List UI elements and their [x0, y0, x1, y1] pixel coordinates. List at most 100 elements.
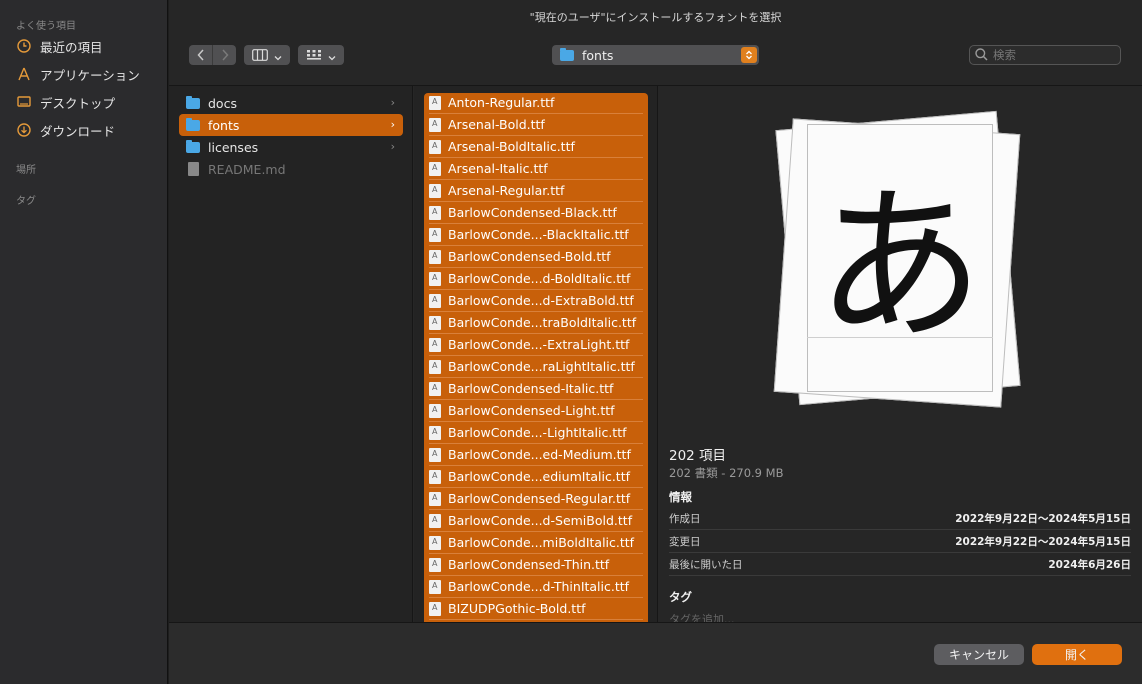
- font-file-icon: [429, 337, 441, 352]
- document-icon: [188, 162, 199, 176]
- columns-view-icon: [252, 46, 268, 65]
- font-file-icon: [429, 293, 441, 308]
- font-file-label: BarlowConde...ediumItalic.ttf: [448, 469, 631, 484]
- font-file-icon: [429, 403, 441, 418]
- info-row-last-opened: 最後に開いた日 2024年6月26日: [669, 554, 1131, 576]
- sidebar-item-desktop[interactable]: デスクトップ: [16, 90, 164, 114]
- font-file-item[interactable]: BarlowConde...d-ExtraBold.ttf: [429, 290, 643, 312]
- font-file-item[interactable]: BarlowConde...-BlackItalic.ttf: [429, 224, 643, 246]
- font-file-item[interactable]: BarlowConde...ed-Medium.ttf: [429, 444, 643, 466]
- search-field[interactable]: [969, 45, 1121, 65]
- font-file-label: BarlowConde...ed-Medium.ttf: [448, 447, 631, 462]
- font-file-icon: [429, 205, 441, 220]
- font-file-label: BarlowCondensed-Regular.ttf: [448, 491, 631, 506]
- font-file-icon: [429, 95, 441, 110]
- preview-pane: あ 202 項目 202 書類 - 270.9 MB 情報 作成日 2022年9…: [659, 86, 1142, 626]
- path-popup[interactable]: fonts: [552, 45, 759, 65]
- font-file-icon: [429, 513, 441, 528]
- item-count-title: 202 項目: [669, 448, 727, 464]
- font-file-label: BarlowCondensed-Thin.ttf: [448, 557, 610, 572]
- font-file-item[interactable]: BarlowCondensed-Regular.ttf: [429, 488, 643, 510]
- font-file-item[interactable]: BarlowCondensed-Italic.ttf: [429, 378, 643, 400]
- font-file-item[interactable]: Arsenal-BoldItalic.ttf: [429, 136, 643, 158]
- font-file-icon: [429, 557, 441, 572]
- info-value: 2022年9月22日〜2024年5月15日: [955, 513, 1131, 525]
- font-file-label: BarlowConde...raLightItalic.ttf: [448, 359, 635, 374]
- sidebar-item-downloads[interactable]: ダウンロード: [16, 118, 164, 142]
- font-file-item[interactable]: BarlowCondensed-Bold.ttf: [429, 246, 643, 268]
- font-file-item[interactable]: BIZUDPGothic-Bold.ttf: [429, 598, 643, 620]
- chevron-right-icon: [221, 46, 229, 65]
- font-file-label: BarlowCondensed-Bold.ttf: [448, 249, 611, 264]
- font-file-item[interactable]: BarlowConde...ediumItalic.ttf: [429, 466, 643, 488]
- font-file-label: BarlowCondensed-Light.ttf: [448, 403, 615, 418]
- list-item-readme: README.md: [179, 158, 403, 180]
- sidebar-item-recents[interactable]: 最近の項目: [16, 34, 164, 58]
- font-file-label: BarlowConde...-ExtraLight.ttf: [448, 337, 630, 352]
- font-file-item[interactable]: Anton-Regular.ttf: [429, 92, 643, 114]
- font-file-item[interactable]: BarlowConde...traBoldItalic.ttf: [429, 312, 643, 334]
- sidebar-item-applications[interactable]: アプリケーション: [16, 62, 164, 86]
- font-file-icon: [429, 425, 441, 440]
- font-file-label: Arsenal-Regular.ttf: [448, 183, 565, 198]
- tags-heading: タグ: [669, 590, 692, 604]
- font-file-icon: [429, 535, 441, 550]
- applications-icon: [16, 66, 32, 82]
- font-file-label: BarlowConde...d-SemiBold.ttf: [448, 513, 633, 528]
- info-row-created: 作成日 2022年9月22日〜2024年5月15日: [669, 508, 1131, 530]
- font-file-label: BIZUDPGothic-Bold.ttf: [448, 601, 586, 616]
- file-browser: "現在のユーザ"にインストールするフォントを選択 fonts 検索 docs ›…: [169, 0, 1142, 684]
- sidebar-item-label: 最近の項目: [40, 39, 103, 55]
- sidebar-section-favorites: よく使う項目: [16, 21, 76, 32]
- chevron-down-icon: [328, 46, 336, 65]
- font-file-item[interactable]: BarlowConde...-LightItalic.ttf: [429, 422, 643, 444]
- search-icon: [975, 46, 988, 65]
- font-file-icon: [429, 381, 441, 396]
- font-file-item[interactable]: BarlowConde...d-ThinItalic.ttf: [429, 576, 643, 598]
- font-file-item[interactable]: Arsenal-Bold.ttf: [429, 114, 643, 136]
- folder-icon: [186, 139, 200, 153]
- sidebar-item-label: アプリケーション: [40, 67, 140, 83]
- list-item-licenses[interactable]: licenses ›: [179, 136, 403, 158]
- search-input[interactable]: [993, 48, 1113, 62]
- font-file-icon: [429, 139, 441, 154]
- info-value: 2024年6月26日: [1048, 559, 1131, 571]
- font-file-icon: [429, 447, 441, 462]
- list-item-docs[interactable]: docs ›: [179, 92, 403, 114]
- dialog-footer: キャンセル 開く: [169, 622, 1142, 684]
- font-file-label: Anton-Regular.ttf: [448, 95, 555, 110]
- font-file-label: BarlowConde...d-ExtraBold.ttf: [448, 293, 634, 308]
- group-mode-button[interactable]: [298, 45, 344, 65]
- font-file-icon: [429, 601, 441, 616]
- font-file-icon: [429, 117, 441, 132]
- chevron-right-icon: ›: [390, 96, 395, 109]
- font-file-icon: [429, 359, 441, 374]
- chevron-right-icon: ›: [390, 140, 395, 153]
- font-file-item[interactable]: BarlowCondensed-Black.ttf: [429, 202, 643, 224]
- back-button[interactable]: [189, 45, 212, 65]
- font-file-label: BarlowConde...traBoldItalic.ttf: [448, 315, 637, 330]
- folder-icon: [186, 117, 200, 131]
- font-file-item[interactable]: BarlowConde...raLightItalic.ttf: [429, 356, 643, 378]
- font-file-item[interactable]: BarlowCondensed-Thin.ttf: [429, 554, 643, 576]
- list-item-fonts[interactable]: fonts ›: [179, 114, 403, 136]
- font-file-item[interactable]: Arsenal-Italic.ttf: [429, 158, 643, 180]
- view-mode-button[interactable]: [244, 45, 290, 65]
- font-file-item[interactable]: BarlowConde...-ExtraLight.ttf: [429, 334, 643, 356]
- font-file-icon: [429, 491, 441, 506]
- open-button[interactable]: 開く: [1032, 644, 1122, 665]
- font-file-item[interactable]: BarlowConde...d-BoldItalic.ttf: [429, 268, 643, 290]
- cancel-button[interactable]: キャンセル: [934, 644, 1024, 665]
- font-file-item[interactable]: Arsenal-Regular.ttf: [429, 180, 643, 202]
- font-file-item[interactable]: BarlowConde...d-SemiBold.ttf: [429, 510, 643, 532]
- sidebar-section-locations: 場所: [16, 165, 36, 176]
- folder-icon: [186, 95, 200, 109]
- font-file-item[interactable]: BarlowConde...miBoldItalic.ttf: [429, 532, 643, 554]
- font-file-label: Arsenal-Bold.ttf: [448, 117, 545, 132]
- font-file-item[interactable]: BarlowCondensed-Light.ttf: [429, 400, 643, 422]
- font-file-icon: [429, 227, 441, 242]
- chevron-right-icon: ›: [390, 118, 395, 131]
- forward-button[interactable]: [213, 45, 236, 65]
- font-file-label: BarlowConde...-BlackItalic.ttf: [448, 227, 629, 242]
- font-preview-glyph: あ: [816, 168, 984, 364]
